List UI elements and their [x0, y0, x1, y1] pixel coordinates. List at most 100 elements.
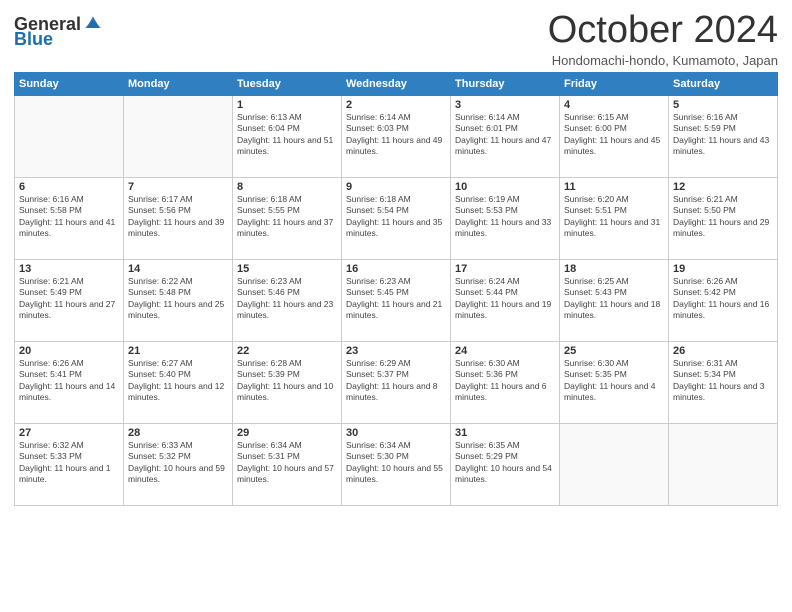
- day-number: 21: [128, 345, 228, 357]
- calendar-cell: 21Sunrise: 6:27 AMSunset: 5:40 PMDayligh…: [124, 341, 233, 423]
- calendar-cell: 13Sunrise: 6:21 AMSunset: 5:49 PMDayligh…: [15, 259, 124, 341]
- day-info: Sunrise: 6:18 AMSunset: 5:55 PMDaylight:…: [237, 194, 337, 240]
- logo-icon: [83, 13, 103, 33]
- location-text: Hondomachi-hondo, Kumamoto, Japan: [548, 53, 778, 68]
- day-number: 14: [128, 263, 228, 275]
- day-info: Sunrise: 6:20 AMSunset: 5:51 PMDaylight:…: [564, 194, 664, 240]
- day-number: 22: [237, 345, 337, 357]
- calendar-table: SundayMondayTuesdayWednesdayThursdayFrid…: [14, 72, 778, 506]
- calendar-cell: 11Sunrise: 6:20 AMSunset: 5:51 PMDayligh…: [560, 177, 669, 259]
- calendar-week-2: 6Sunrise: 6:16 AMSunset: 5:58 PMDaylight…: [15, 177, 778, 259]
- calendar-cell: 23Sunrise: 6:29 AMSunset: 5:37 PMDayligh…: [342, 341, 451, 423]
- day-info: Sunrise: 6:30 AMSunset: 5:35 PMDaylight:…: [564, 358, 664, 404]
- day-number: 17: [455, 263, 555, 275]
- day-number: 23: [346, 345, 446, 357]
- calendar-cell: 27Sunrise: 6:32 AMSunset: 5:33 PMDayligh…: [15, 423, 124, 505]
- calendar-cell: 9Sunrise: 6:18 AMSunset: 5:54 PMDaylight…: [342, 177, 451, 259]
- day-info: Sunrise: 6:25 AMSunset: 5:43 PMDaylight:…: [564, 276, 664, 322]
- calendar-cell: 1Sunrise: 6:13 AMSunset: 6:04 PMDaylight…: [233, 95, 342, 177]
- calendar-cell: 31Sunrise: 6:35 AMSunset: 5:29 PMDayligh…: [451, 423, 560, 505]
- calendar-cell: 4Sunrise: 6:15 AMSunset: 6:00 PMDaylight…: [560, 95, 669, 177]
- day-info: Sunrise: 6:28 AMSunset: 5:39 PMDaylight:…: [237, 358, 337, 404]
- day-info: Sunrise: 6:27 AMSunset: 5:40 PMDaylight:…: [128, 358, 228, 404]
- day-info: Sunrise: 6:21 AMSunset: 5:49 PMDaylight:…: [19, 276, 119, 322]
- calendar-cell: 29Sunrise: 6:34 AMSunset: 5:31 PMDayligh…: [233, 423, 342, 505]
- calendar-cell: 20Sunrise: 6:26 AMSunset: 5:41 PMDayligh…: [15, 341, 124, 423]
- day-number: 10: [455, 181, 555, 193]
- calendar-cell: 8Sunrise: 6:18 AMSunset: 5:55 PMDaylight…: [233, 177, 342, 259]
- day-info: Sunrise: 6:29 AMSunset: 5:37 PMDaylight:…: [346, 358, 446, 404]
- calendar-cell: 17Sunrise: 6:24 AMSunset: 5:44 PMDayligh…: [451, 259, 560, 341]
- day-number: 25: [564, 345, 664, 357]
- weekday-header-thursday: Thursday: [451, 72, 560, 95]
- day-number: 26: [673, 345, 773, 357]
- day-info: Sunrise: 6:14 AMSunset: 6:01 PMDaylight:…: [455, 112, 555, 158]
- day-info: Sunrise: 6:26 AMSunset: 5:41 PMDaylight:…: [19, 358, 119, 404]
- day-number: 16: [346, 263, 446, 275]
- logo: General Blue: [14, 10, 103, 50]
- calendar-cell: 10Sunrise: 6:19 AMSunset: 5:53 PMDayligh…: [451, 177, 560, 259]
- weekday-header-wednesday: Wednesday: [342, 72, 451, 95]
- day-number: 18: [564, 263, 664, 275]
- day-number: 8: [237, 181, 337, 193]
- day-number: 28: [128, 427, 228, 439]
- calendar-cell: 12Sunrise: 6:21 AMSunset: 5:50 PMDayligh…: [669, 177, 778, 259]
- day-number: 31: [455, 427, 555, 439]
- calendar-week-5: 27Sunrise: 6:32 AMSunset: 5:33 PMDayligh…: [15, 423, 778, 505]
- day-number: 5: [673, 99, 773, 111]
- day-info: Sunrise: 6:23 AMSunset: 5:45 PMDaylight:…: [346, 276, 446, 322]
- calendar-week-3: 13Sunrise: 6:21 AMSunset: 5:49 PMDayligh…: [15, 259, 778, 341]
- day-info: Sunrise: 6:26 AMSunset: 5:42 PMDaylight:…: [673, 276, 773, 322]
- day-info: Sunrise: 6:24 AMSunset: 5:44 PMDaylight:…: [455, 276, 555, 322]
- weekday-header-friday: Friday: [560, 72, 669, 95]
- calendar-cell: 19Sunrise: 6:26 AMSunset: 5:42 PMDayligh…: [669, 259, 778, 341]
- day-info: Sunrise: 6:34 AMSunset: 5:31 PMDaylight:…: [237, 440, 337, 486]
- day-info: Sunrise: 6:16 AMSunset: 5:58 PMDaylight:…: [19, 194, 119, 240]
- logo-blue-text: Blue: [14, 29, 53, 50]
- calendar-cell: 25Sunrise: 6:30 AMSunset: 5:35 PMDayligh…: [560, 341, 669, 423]
- title-section: October 2024 Hondomachi-hondo, Kumamoto,…: [548, 10, 778, 68]
- day-info: Sunrise: 6:21 AMSunset: 5:50 PMDaylight:…: [673, 194, 773, 240]
- day-number: 30: [346, 427, 446, 439]
- day-info: Sunrise: 6:34 AMSunset: 5:30 PMDaylight:…: [346, 440, 446, 486]
- calendar-cell: 6Sunrise: 6:16 AMSunset: 5:58 PMDaylight…: [15, 177, 124, 259]
- day-number: 11: [564, 181, 664, 193]
- day-number: 1: [237, 99, 337, 111]
- day-number: 3: [455, 99, 555, 111]
- calendar-cell: 24Sunrise: 6:30 AMSunset: 5:36 PMDayligh…: [451, 341, 560, 423]
- calendar-cell: 3Sunrise: 6:14 AMSunset: 6:01 PMDaylight…: [451, 95, 560, 177]
- weekday-header-saturday: Saturday: [669, 72, 778, 95]
- calendar-cell: 15Sunrise: 6:23 AMSunset: 5:46 PMDayligh…: [233, 259, 342, 341]
- day-number: 29: [237, 427, 337, 439]
- calendar-week-1: 1Sunrise: 6:13 AMSunset: 6:04 PMDaylight…: [15, 95, 778, 177]
- day-number: 2: [346, 99, 446, 111]
- day-number: 9: [346, 181, 446, 193]
- day-info: Sunrise: 6:13 AMSunset: 6:04 PMDaylight:…: [237, 112, 337, 158]
- calendar-cell: 7Sunrise: 6:17 AMSunset: 5:56 PMDaylight…: [124, 177, 233, 259]
- header-row: General Blue October 2024 Hondomachi-hon…: [14, 10, 778, 68]
- calendar-cell: 26Sunrise: 6:31 AMSunset: 5:34 PMDayligh…: [669, 341, 778, 423]
- day-info: Sunrise: 6:16 AMSunset: 5:59 PMDaylight:…: [673, 112, 773, 158]
- day-number: 27: [19, 427, 119, 439]
- calendar-cell: 5Sunrise: 6:16 AMSunset: 5:59 PMDaylight…: [669, 95, 778, 177]
- day-info: Sunrise: 6:33 AMSunset: 5:32 PMDaylight:…: [128, 440, 228, 486]
- month-title: October 2024: [548, 10, 778, 52]
- calendar-week-4: 20Sunrise: 6:26 AMSunset: 5:41 PMDayligh…: [15, 341, 778, 423]
- weekday-header-tuesday: Tuesday: [233, 72, 342, 95]
- calendar-cell: [669, 423, 778, 505]
- day-info: Sunrise: 6:30 AMSunset: 5:36 PMDaylight:…: [455, 358, 555, 404]
- day-number: 24: [455, 345, 555, 357]
- day-number: 4: [564, 99, 664, 111]
- day-info: Sunrise: 6:32 AMSunset: 5:33 PMDaylight:…: [19, 440, 119, 486]
- day-number: 6: [19, 181, 119, 193]
- calendar-cell: [124, 95, 233, 177]
- calendar-cell: 14Sunrise: 6:22 AMSunset: 5:48 PMDayligh…: [124, 259, 233, 341]
- day-info: Sunrise: 6:14 AMSunset: 6:03 PMDaylight:…: [346, 112, 446, 158]
- day-number: 15: [237, 263, 337, 275]
- calendar-cell: 16Sunrise: 6:23 AMSunset: 5:45 PMDayligh…: [342, 259, 451, 341]
- day-info: Sunrise: 6:15 AMSunset: 6:00 PMDaylight:…: [564, 112, 664, 158]
- calendar-cell: 22Sunrise: 6:28 AMSunset: 5:39 PMDayligh…: [233, 341, 342, 423]
- weekday-header-monday: Monday: [124, 72, 233, 95]
- day-info: Sunrise: 6:17 AMSunset: 5:56 PMDaylight:…: [128, 194, 228, 240]
- day-info: Sunrise: 6:19 AMSunset: 5:53 PMDaylight:…: [455, 194, 555, 240]
